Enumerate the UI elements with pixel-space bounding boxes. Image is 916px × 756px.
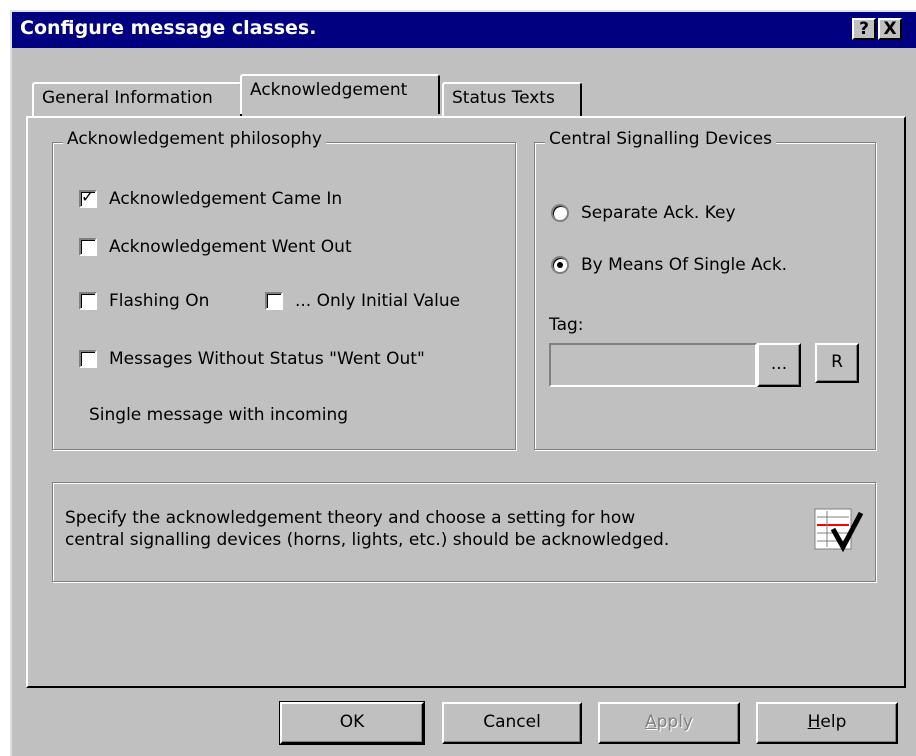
tag-input[interactable] [549, 343, 757, 387]
dialog-title: Configure message classes. [20, 17, 317, 39]
only-initial-value-checkbox[interactable]: ... Only Initial Value [265, 291, 460, 311]
tag-browse-button[interactable]: ... [757, 343, 801, 387]
info-line-1: Specify the acknowledgement theory and c… [65, 508, 636, 528]
tag-label: Tag: [549, 315, 584, 335]
configure-message-classes-dialog: Configure message classes. ? X General I… [10, 10, 916, 756]
button-label: pply [656, 712, 693, 732]
checkbox-label: Acknowledgement Went Out [109, 237, 352, 257]
button-label: elp [820, 712, 847, 732]
central-devices-legend: Central Signalling Devices [545, 129, 776, 149]
tab-acknowledgement[interactable]: Acknowledgement [240, 74, 440, 114]
radio-label: By Means Of Single Ack. [581, 255, 788, 275]
ack-came-in-checkbox[interactable]: ✓ Acknowledgement Came In [79, 187, 343, 209]
checkbox-box[interactable] [265, 292, 283, 310]
button-label: ... [770, 354, 788, 374]
tab-status-texts[interactable]: Status Texts [442, 82, 582, 116]
checkbox-box[interactable] [79, 238, 97, 256]
ok-button[interactable]: OK [279, 701, 425, 745]
check-icon: ✓ [81, 187, 95, 206]
checkbox-label: ... Only Initial Value [295, 291, 461, 311]
checkbox-box[interactable] [79, 350, 97, 368]
separate-ack-key-radio[interactable]: Separate Ack. Key [551, 203, 736, 223]
button-label: Cancel [483, 712, 541, 732]
ack-went-out-checkbox[interactable]: Acknowledgement Went Out [79, 237, 352, 257]
flashing-on-checkbox[interactable]: Flashing On [79, 291, 209, 311]
central-signalling-devices-group: Central Signalling Devices Separate Ack.… [534, 129, 876, 450]
close-icon[interactable]: X [878, 18, 902, 40]
info-text: Specify the acknowledgement theory and c… [65, 507, 765, 551]
checklist-icon [814, 508, 864, 553]
apply-button[interactable]: Apply [598, 702, 740, 744]
button-label: R [831, 352, 843, 372]
title-bar[interactable]: Configure message classes. ? X [12, 12, 916, 48]
checkbox-box[interactable]: ✓ [79, 187, 97, 208]
checkbox-label: Messages Without Status "Went Out" [109, 349, 425, 369]
tab-label: General Information [42, 88, 213, 108]
ack-philosophy-group: Acknowledgement philosophy ✓ Acknowledge… [52, 129, 516, 450]
cancel-button[interactable]: Cancel [442, 702, 582, 744]
radio-button[interactable] [551, 204, 569, 222]
checkbox-box[interactable] [79, 292, 97, 310]
info-line-2: central signalling devices (horns, light… [65, 530, 670, 550]
info-box: Specify the acknowledgement theory and c… [52, 482, 876, 582]
tab-label: Status Texts [452, 88, 555, 108]
ack-summary-text: Single message with incoming [89, 405, 349, 425]
tag-r-button[interactable]: R [815, 343, 859, 383]
checkbox-label: Flashing On [109, 291, 210, 311]
mnemonic-letter: H [807, 712, 821, 732]
messages-without-went-out-checkbox[interactable]: Messages Without Status "Went Out" [79, 349, 425, 369]
help-button[interactable]: Help [756, 702, 898, 744]
radio-button[interactable] [551, 256, 569, 274]
tab-general-information[interactable]: General Information [32, 82, 242, 116]
checkbox-label: Acknowledgement Came In [109, 189, 343, 209]
help-icon[interactable]: ? [852, 18, 876, 40]
tab-label: Acknowledgement [250, 80, 408, 100]
radio-label: Separate Ack. Key [581, 203, 736, 223]
button-label: OK [339, 712, 365, 732]
radio-dot-icon [557, 262, 563, 268]
ack-philosophy-legend: Acknowledgement philosophy [63, 129, 326, 149]
mnemonic-letter: A [644, 712, 657, 732]
single-ack-radio[interactable]: By Means Of Single Ack. [551, 255, 787, 275]
